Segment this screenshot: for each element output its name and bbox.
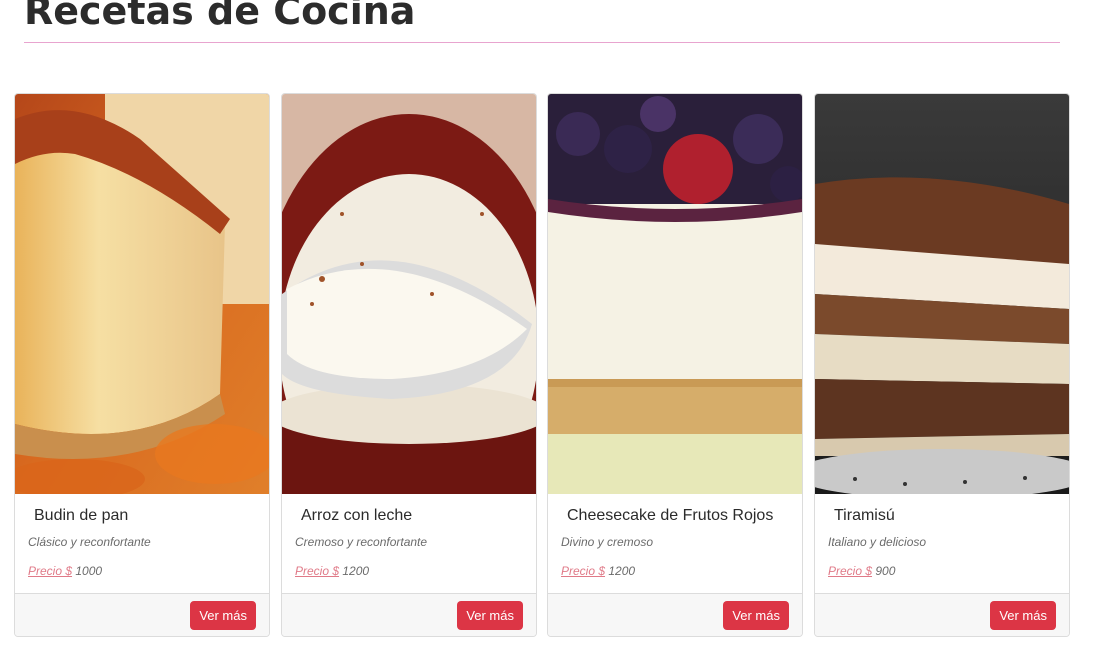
ver-mas-button[interactable]: Ver más	[990, 601, 1056, 630]
recipe-subtitle: Divino y cremoso	[561, 535, 654, 549]
tiramisu-image	[815, 94, 1069, 494]
price-label[interactable]: Precio $	[561, 564, 605, 578]
recipe-price: Precio $ 1200	[295, 564, 369, 578]
card-footer: Ver más	[815, 593, 1069, 636]
price-value: 1200	[608, 564, 636, 578]
price-value: 1000	[75, 564, 103, 578]
price-label[interactable]: Precio $	[828, 564, 872, 578]
recipe-subtitle: Clásico y reconfortante	[28, 535, 151, 549]
card-footer: Ver más	[15, 593, 269, 636]
arroz-con-leche-image	[282, 94, 536, 494]
recipe-card: Arroz con leche Cremoso y reconfortante …	[281, 93, 537, 637]
card-footer: Ver más	[282, 593, 536, 636]
recipe-card: Tiramisú Italiano y delicioso Precio $ 9…	[814, 93, 1070, 637]
price-value: 900	[875, 564, 896, 578]
recipe-title: Budin de pan	[34, 507, 129, 524]
page-header: Recetas de Cocina	[24, 0, 1060, 43]
recipe-price: Precio $ 1000	[28, 564, 102, 578]
recipe-title: Tiramisú	[834, 507, 895, 524]
price-label[interactable]: Precio $	[295, 564, 339, 578]
page-title: Recetas de Cocina	[24, 0, 416, 33]
price-value: 1200	[342, 564, 370, 578]
recipe-title: Arroz con leche	[301, 507, 413, 524]
budin-de-pan-image	[15, 94, 269, 494]
ver-mas-button[interactable]: Ver más	[190, 601, 256, 630]
recipe-card-grid: Budin de pan Clásico y reconfortante Pre…	[14, 93, 1071, 637]
recipe-title: Cheesecake de Frutos Rojos	[567, 507, 774, 524]
recipe-price: Precio $ 900	[828, 564, 895, 578]
ver-mas-button[interactable]: Ver más	[457, 601, 523, 630]
recipe-price: Precio $ 1200	[561, 564, 635, 578]
card-footer: Ver más	[548, 593, 802, 636]
recipe-subtitle: Cremoso y reconfortante	[295, 535, 428, 549]
price-label[interactable]: Precio $	[28, 564, 72, 578]
ver-mas-button[interactable]: Ver más	[723, 601, 789, 630]
recipe-card: Cheesecake de Frutos Rojos Divino y crem…	[547, 93, 803, 637]
recipe-subtitle: Italiano y delicioso	[828, 535, 927, 549]
cheesecake-image	[548, 94, 802, 494]
recipe-card: Budin de pan Clásico y reconfortante Pre…	[14, 93, 270, 637]
